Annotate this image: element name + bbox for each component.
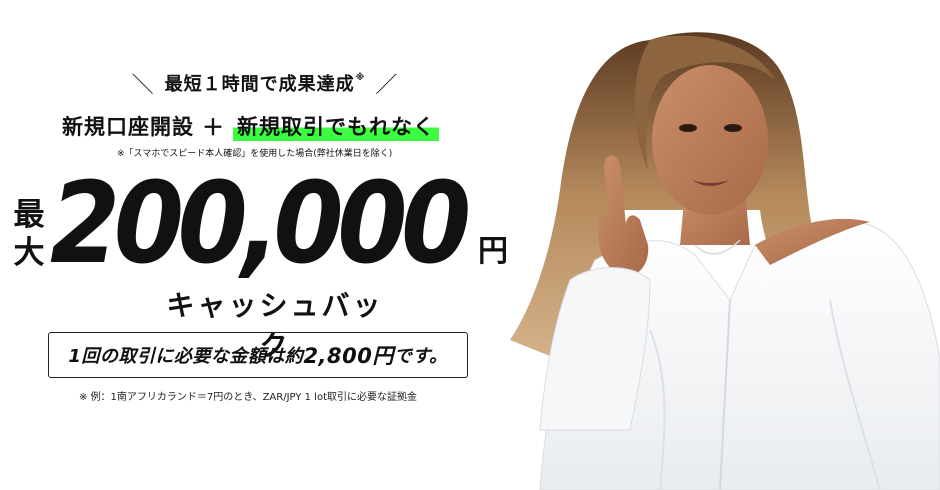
max-label-bottom: 大 <box>13 235 45 271</box>
cashback-amount: 200,000 <box>50 159 471 289</box>
required-amount-value: 2,800円 <box>303 344 394 368</box>
required-amount-prefix: 1回の取引に必要な金額は約 <box>68 346 304 367</box>
offer-highlight-text: 新規取引でもれなく <box>233 111 440 141</box>
required-amount-box: 1回の取引に必要な金額は約 2,800円 です。 <box>48 332 468 378</box>
headline-footnote-mark: ※ <box>355 73 366 83</box>
headline-text: 最短１時間で成果達成※ <box>165 70 366 96</box>
required-amount-suffix: です。 <box>393 346 448 367</box>
model-photo <box>510 32 940 490</box>
decorative-slash-right: ／ <box>375 73 399 98</box>
max-label: 最 大 <box>5 196 53 272</box>
headline: ＼ 最短１時間で成果達成※ ／ <box>120 66 410 100</box>
note-top: ※「スマホでスピード本人確認」を使用した場合(弊社休業日を除く) <box>117 149 393 159</box>
offer-line: 新規口座開設 ＋ 新規取引でもれなく <box>62 110 482 142</box>
note-bottom: ※ 例：1南アフリカランド＝7円のとき、ZAR/JPY 1 lot取引に必要な証… <box>79 392 417 403</box>
cashback-label: キャッシュバック <box>166 289 384 362</box>
max-label-top: 最 <box>13 197 45 233</box>
headline-label: 最短１時間で成果達成 <box>164 74 355 95</box>
decorative-slash-left: ＼ <box>131 73 155 98</box>
offer-left-text: 新規口座開設 <box>62 115 194 139</box>
offer-plus: ＋ <box>202 116 226 141</box>
